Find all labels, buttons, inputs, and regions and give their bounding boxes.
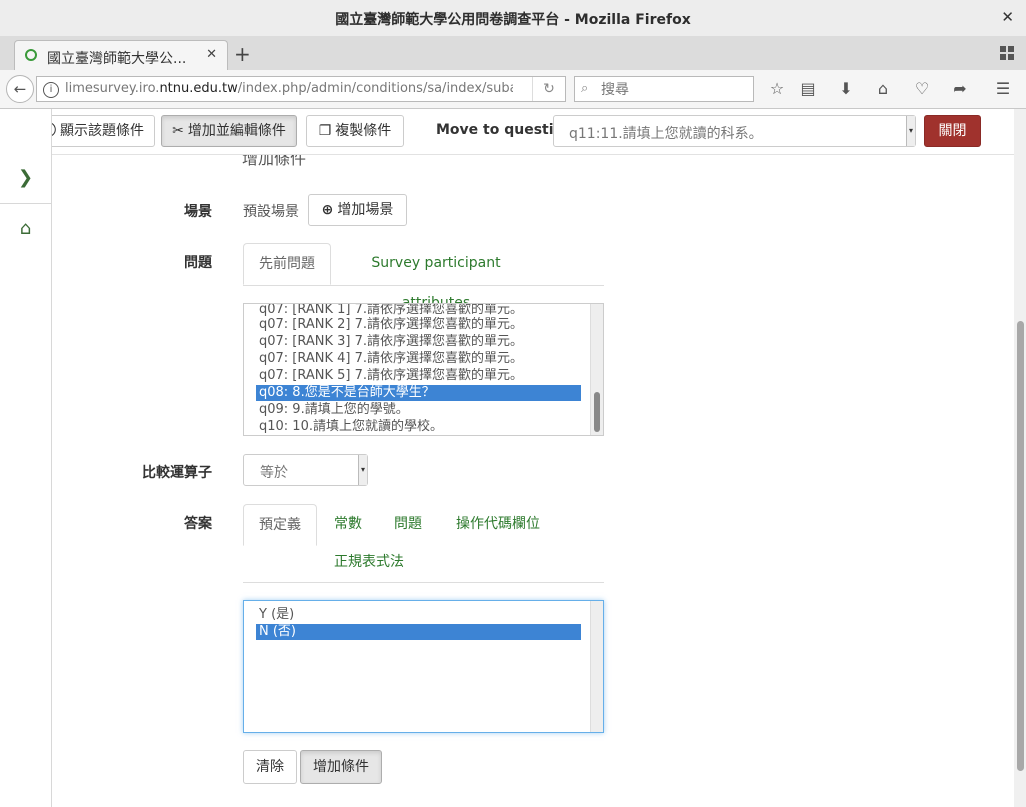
copy-conditions-button[interactable]: ❐ 複製條件 [306, 115, 404, 147]
show-conditions-button[interactable]: ⓘ顯示該題條件 [52, 115, 155, 147]
question-listbox-scrollbar[interactable] [590, 304, 603, 435]
window-close-icon[interactable]: ✕ [1001, 8, 1014, 26]
answer-label: 答案 [184, 516, 212, 532]
page-scrollbar-thumb[interactable] [1017, 321, 1024, 771]
home-icon[interactable]: ⌂ [873, 79, 893, 99]
list-item-selected[interactable]: N (否) [256, 624, 581, 640]
tab-previous-questions[interactable]: 先前問題 [243, 243, 331, 285]
add-condition-button[interactable]: 增加條件 [300, 750, 382, 784]
answer-type-tabs: 預定義 常數 問題 操作代碼欄位 正規表式法 [243, 504, 604, 583]
search-icon: ⌕ [581, 81, 589, 96]
answer-listbox[interactable]: Y (是) N (否) [243, 600, 604, 733]
plus-circle-icon: ⊕ [321, 202, 334, 218]
default-scenario-text: 預設場景 [243, 204, 299, 220]
move-to-question-select[interactable]: q11:11.請填上您就讀的科系。 ▾ [553, 115, 916, 147]
question-label: 問題 [184, 255, 212, 271]
conditions-page: ⓘ顯示該題條件 ✂增加並編輯條件 ❐複製條件 Move to question:… [52, 109, 1014, 807]
new-tab-icon[interactable]: + [234, 42, 251, 66]
close-button[interactable]: 關閉 [924, 115, 981, 147]
pocket-icon[interactable]: ♡ [912, 79, 932, 99]
add-edit-conditions-button[interactable]: ✂ 增加並編輯條件 [161, 115, 297, 147]
sidebar-expand-chevron-icon[interactable]: ❯ [0, 153, 51, 204]
list-item[interactable]: Y (是) [256, 607, 581, 623]
tab-strip: 國立臺灣師範大學公... ✕ + [0, 36, 1026, 71]
list-item[interactable]: q07: [RANK 3] 7.請依序選擇您喜歡的單元。 [256, 334, 581, 350]
window-titlebar: 國立臺灣師範大學公用問卷調查平台 - Mozilla Firefox ✕ [0, 0, 1026, 37]
window-title: 國立臺灣師範大學公用問卷調查平台 - Mozilla Firefox [335, 12, 691, 28]
tab-close-icon[interactable]: ✕ [206, 47, 217, 62]
tab-question[interactable]: 問題 [383, 504, 433, 546]
list-item[interactable]: q07: [RANK 1] 7.請依序選擇您喜歡的單元。 [256, 304, 581, 318]
sidebar-home-icon[interactable]: ⌂ [0, 204, 51, 254]
reload-icon[interactable]: ↻ [532, 77, 565, 101]
operator-label: 比較運算子 [142, 465, 212, 481]
clear-button[interactable]: 清除 [243, 750, 297, 784]
list-item[interactable]: q07: [RANK 5] 7.請依序選擇您喜歡的單元。 [256, 368, 581, 384]
list-item[interactable]: q07: [RANK 2] 7.請依序選擇您喜歡的單元。 [256, 317, 581, 333]
answer-listbox-scrollbar[interactable] [590, 601, 603, 732]
url-bar[interactable]: i limesurvey.iro.ntnu.edu.tw/index.php/a… [36, 76, 566, 102]
admin-sidebar: ❯ ⌂ [0, 109, 52, 807]
bookmark-star-icon[interactable]: ☆ [767, 79, 787, 99]
search-input[interactable] [599, 80, 751, 100]
tab-regex[interactable]: 正規表式法 [323, 542, 415, 584]
tab-token-field[interactable]: 操作代碼欄位 [443, 504, 553, 546]
navigation-toolbar: ← i limesurvey.iro.ntnu.edu.tw/index.php… [0, 70, 1026, 109]
list-item-selected[interactable]: q08: 8.您是不是台師大學生？ [256, 385, 581, 401]
limesurvey-favicon-icon [25, 49, 37, 61]
tab-label: 國立臺灣師範大學公... [47, 51, 187, 67]
list-all-tabs-icon[interactable] [1000, 46, 1014, 60]
info-icon[interactable]: i [43, 82, 59, 98]
list-item[interactable]: q09: 9.請填上您的學號。 [256, 402, 581, 418]
scrollbar-thumb[interactable] [594, 392, 600, 432]
scissors-icon: ✂ [172, 123, 184, 139]
browser-tab[interactable]: 國立臺灣師範大學公... ✕ [14, 40, 228, 71]
reading-list-icon[interactable]: ▤ [798, 79, 818, 99]
page-scrollbar[interactable] [1014, 109, 1026, 807]
tab-constant[interactable]: 常數 [323, 504, 373, 546]
operator-select[interactable]: 等於 ▾ [243, 454, 368, 486]
conditions-toolbar: ⓘ顯示該題條件 ✂增加並編輯條件 ❐複製條件 Move to question:… [52, 109, 1014, 155]
list-item[interactable]: q10: 10.請填上您就讀的學校。 [256, 419, 581, 435]
copy-icon: ❐ [318, 123, 332, 139]
search-bar[interactable]: ⌕ [574, 76, 754, 102]
question-source-tabs: 先前問題 Survey participant attributes [243, 243, 604, 311]
url-text[interactable]: limesurvey.iro.ntnu.edu.tw/index.php/adm… [65, 81, 513, 96]
tab-predefined[interactable]: 預定義 [243, 504, 317, 546]
chevron-down-icon: ▾ [358, 455, 367, 485]
hamburger-menu-icon[interactable]: ☰ [993, 79, 1013, 99]
add-scenario-button[interactable]: ⊕ 增加場景 [308, 194, 407, 226]
back-arrow-icon[interactable]: ← [6, 75, 34, 103]
scenario-label: 場景 [184, 204, 212, 220]
downloads-icon[interactable]: ⬇ [836, 79, 856, 99]
question-listbox[interactable]: q07: [RANK 1] 7.請依序選擇您喜歡的單元。 q07: [RANK … [243, 303, 604, 436]
list-item[interactable]: q07: [RANK 4] 7.請依序選擇您喜歡的單元。 [256, 351, 581, 367]
info-circle-icon: ⓘ [52, 123, 56, 139]
tab-participant-attributes[interactable]: Survey participant attributes [338, 243, 534, 311]
chevron-down-icon: ▾ [906, 116, 915, 146]
share-icon[interactable]: ➦ [950, 79, 970, 99]
